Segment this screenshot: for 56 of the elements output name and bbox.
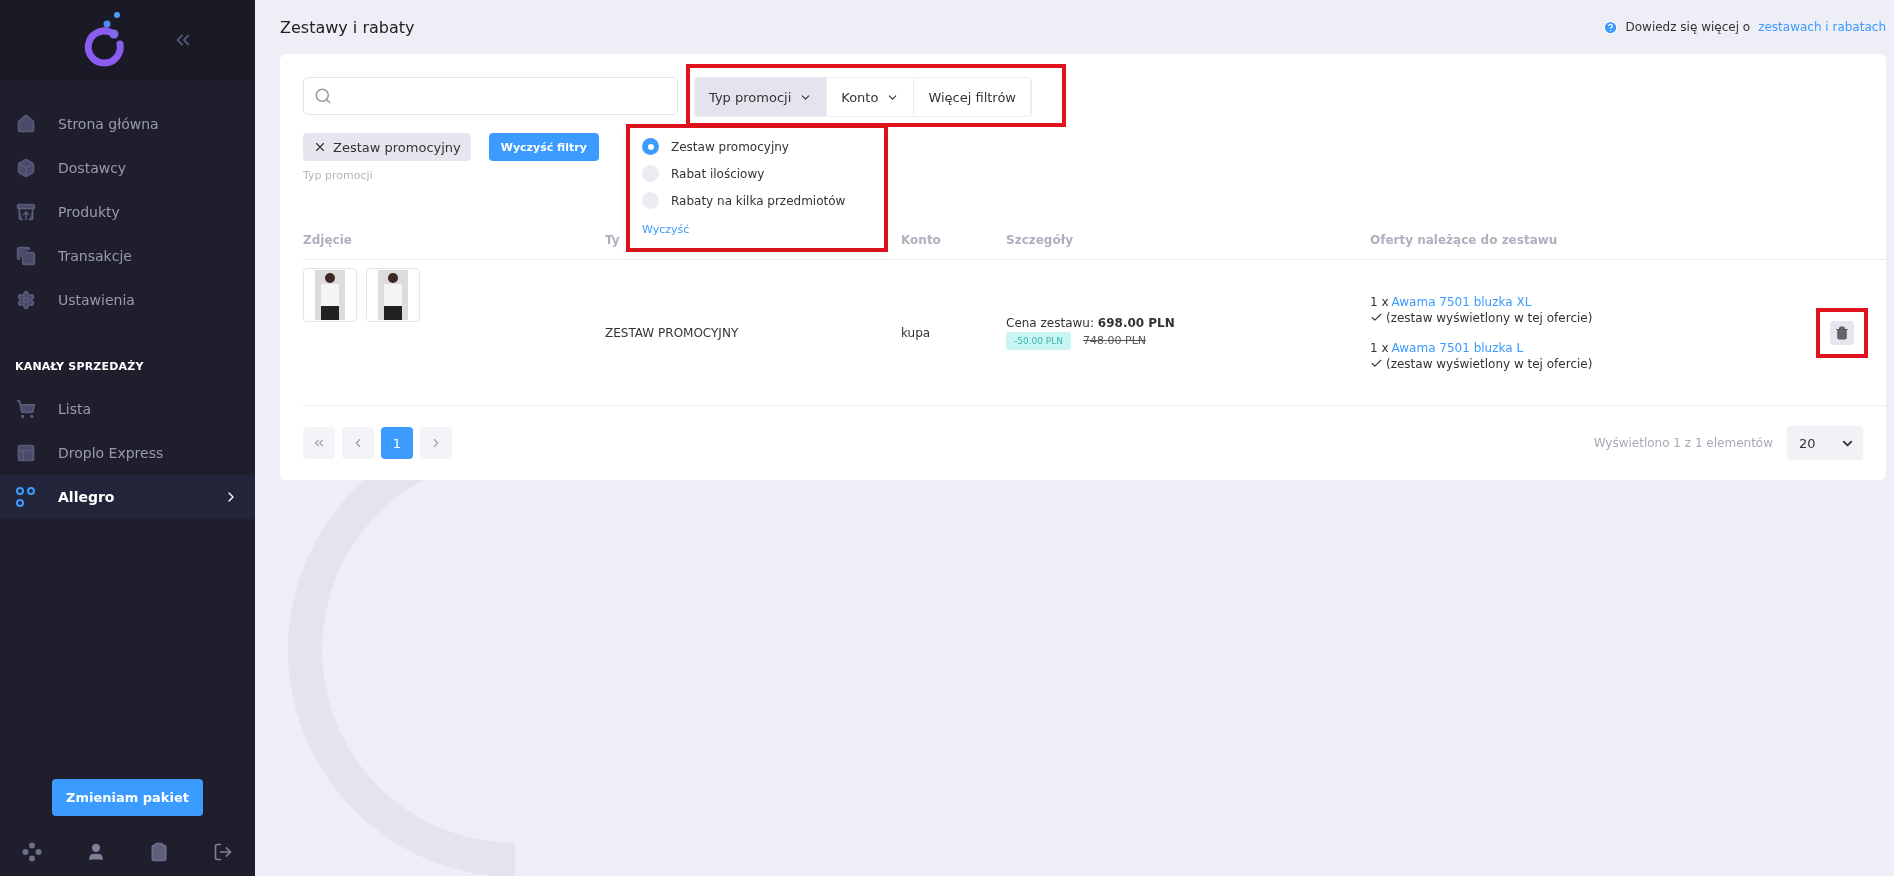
radio-option[interactable]: Rabaty na kilka przedmiotów xyxy=(642,192,872,209)
dots-icon[interactable] xyxy=(21,842,42,862)
offer-quantity: 1 x xyxy=(1370,294,1389,309)
filter-chip[interactable]: Zestaw promocyjny xyxy=(303,133,471,161)
filter-caption: Typ promocji xyxy=(303,169,373,182)
radio-option[interactable]: Zestaw promocyjny xyxy=(642,138,872,155)
box-icon xyxy=(16,158,36,178)
search-icon xyxy=(314,86,332,105)
table-cell: kupa xyxy=(901,325,931,340)
close-icon xyxy=(313,140,327,154)
sidebar-item[interactable]: Allegro xyxy=(0,475,255,519)
clipboard-icon[interactable] xyxy=(149,842,170,862)
product-thumbnail[interactable] xyxy=(366,268,420,322)
page-size-select[interactable]: 20 xyxy=(1787,426,1863,460)
settings-icon xyxy=(16,290,36,310)
offer-quantity: 1 x xyxy=(1370,340,1389,355)
delete-button[interactable] xyxy=(1830,320,1854,345)
sidebar-item[interactable]: Ustawienia xyxy=(0,278,255,322)
old-price: 748.00 PLN xyxy=(1083,334,1147,347)
page-title: Zestawy i rabaty xyxy=(280,17,415,37)
sidebar-item[interactable]: Dostawcy xyxy=(0,146,255,190)
sidebar-item[interactable]: Transakcje xyxy=(0,234,255,278)
set-price: Cena zestawu: 698.00 PLN xyxy=(1006,315,1175,330)
product-thumbnail[interactable] xyxy=(303,268,357,322)
column-header: Szczegóły xyxy=(1006,202,1370,260)
offer-note: (zestaw wyświetlony w tej ofercie) xyxy=(1386,310,1593,325)
help-icon xyxy=(1602,19,1618,35)
first-page-button[interactable] xyxy=(303,427,335,459)
copy-icon xyxy=(16,246,36,266)
help-text: Dowiedz się więcej o xyxy=(1625,20,1751,34)
logout-icon[interactable] xyxy=(213,842,234,862)
panel-icon xyxy=(16,443,36,463)
radio-option[interactable]: Rabat ilościowy xyxy=(642,165,872,182)
tray-icon xyxy=(16,202,36,222)
nodes-icon xyxy=(16,487,36,507)
section-title: KANAŁY SPRZEDAŻY xyxy=(14,359,145,375)
house-icon xyxy=(16,114,36,134)
sidebar-item[interactable]: Strona główna xyxy=(0,102,255,146)
filter-button[interactable]: Typ promocji xyxy=(695,78,828,116)
trash-icon xyxy=(1835,325,1849,340)
sidebar-item[interactable]: Produkty xyxy=(0,190,255,234)
radio-icon[interactable] xyxy=(642,138,659,155)
sidebar-item[interactable]: Lista xyxy=(0,387,255,431)
search-field[interactable] xyxy=(303,76,678,115)
column-header: Konto xyxy=(901,202,1006,260)
column-header: Zdjęcie xyxy=(303,202,605,260)
sidebar-item[interactable]: Droplo Express xyxy=(0,431,255,475)
discount-badge: -50.00 PLN xyxy=(1006,331,1072,350)
pagination-summary: Wyświetlono 1 z 1 elementów xyxy=(1593,436,1773,450)
photo-placeholder xyxy=(378,270,408,320)
photo-placeholder xyxy=(315,270,345,320)
cart-icon xyxy=(16,399,36,419)
double-chevron-left-icon xyxy=(312,436,326,450)
table-cell: ZESTAW PROMOCYJNY xyxy=(605,325,739,340)
offer-note: (zestaw wyświetlony w tej ofercie) xyxy=(1386,356,1593,371)
column-header: Oferty należące do zestawu xyxy=(1370,202,1816,260)
